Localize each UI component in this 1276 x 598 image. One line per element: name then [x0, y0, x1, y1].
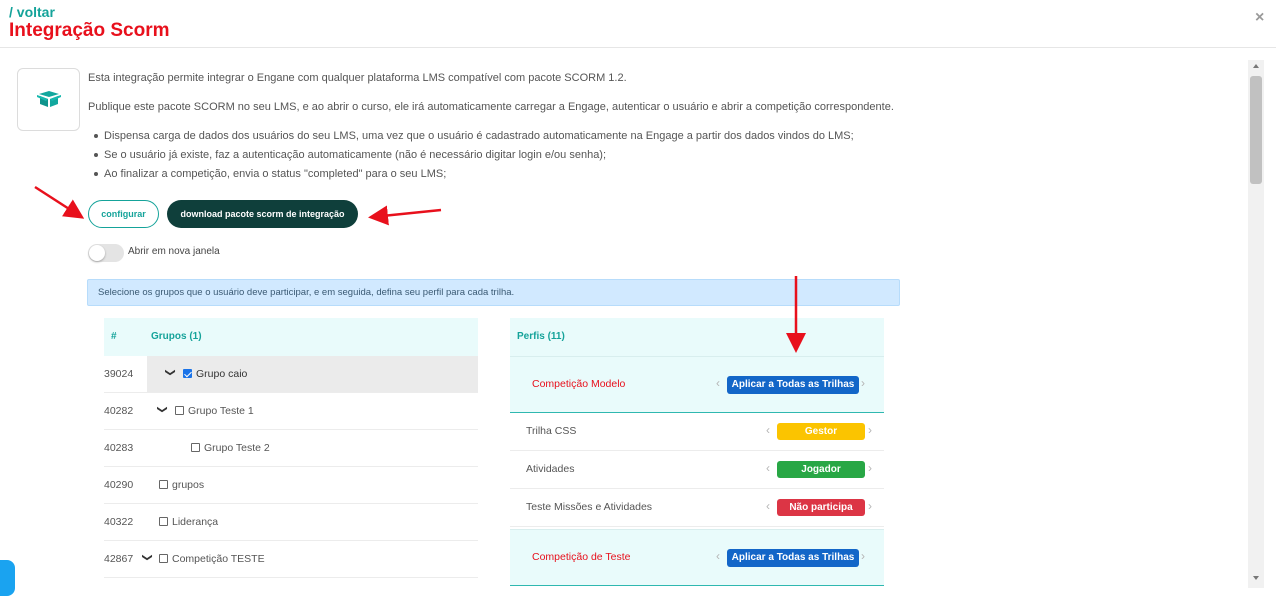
group-checkbox[interactable] — [175, 406, 184, 415]
role-badge[interactable]: Jogador — [777, 461, 865, 478]
content-scrollbar[interactable] — [1248, 60, 1264, 588]
group-cell: grupos — [147, 467, 478, 503]
page-title: Integração Scorm — [9, 20, 170, 41]
trail-row: Teste Missões e Atividades ‹ Não partici… — [510, 489, 884, 527]
group-id: 39024 — [104, 368, 134, 380]
intro-text-2: Publique este pacote SCORM no seu LMS, e… — [88, 101, 894, 113]
scroll-up-arrow-icon[interactable] — [1253, 64, 1259, 68]
role-badge[interactable]: Não participa — [777, 499, 865, 516]
chevron-right-icon[interactable]: › — [868, 423, 872, 437]
group-checkbox[interactable] — [191, 443, 200, 452]
group-row[interactable]: 40322 Liderança — [104, 504, 478, 541]
group-row[interactable]: 40282 ❯ Grupo Teste 1 — [104, 393, 478, 430]
competition-row: Competição Modelo ‹ Aplicar a Todas as T… — [510, 356, 884, 413]
close-icon[interactable]: × — [1255, 10, 1264, 26]
chevron-down-icon[interactable]: ❯ — [165, 368, 176, 376]
scorm-logo — [17, 68, 80, 131]
feature-item: Dispensa carga de dados dos usuários do … — [94, 129, 854, 148]
groups-col-name: Grupos (1) — [151, 331, 202, 342]
feature-item: Se o usuário já existe, faz a autenticaç… — [94, 148, 854, 167]
group-checkbox[interactable] — [159, 480, 168, 489]
group-id: 40283 — [104, 442, 134, 454]
group-row[interactable]: 39024 ❯ Grupo caio — [104, 356, 478, 393]
group-name: Grupo Teste 2 — [204, 442, 270, 454]
trail-row: Atividades ‹ Jogador › — [510, 451, 884, 489]
group-name: Competição TESTE — [172, 553, 265, 565]
competition-row: Competição de Teste ‹ Aplicar a Todas as… — [510, 529, 884, 586]
chevron-right-icon[interactable]: › — [861, 376, 865, 390]
group-name: Grupo caio — [196, 368, 248, 380]
group-cell: ❯ Grupo caio — [147, 356, 478, 392]
back-link[interactable]: / voltar — [9, 4, 55, 20]
chevron-right-icon[interactable]: › — [868, 461, 872, 475]
apply-all-trails-button[interactable]: Aplicar a Todas as Trilhas — [727, 549, 859, 567]
chat-widget-tab[interactable] — [0, 560, 15, 596]
group-cell: Liderança — [147, 504, 478, 540]
intro-text-1: Esta integração permite integrar o Engan… — [88, 72, 627, 84]
chevron-down-icon[interactable]: ❯ — [142, 553, 153, 561]
feature-list: Dispensa carga de dados dos usuários do … — [94, 129, 854, 186]
new-window-toggle[interactable] — [88, 244, 124, 262]
feature-item: Ao finalizar a competição, envia o statu… — [94, 167, 854, 186]
profiles-table-header: Perfis (11) — [510, 318, 884, 356]
apply-all-trails-button[interactable]: Aplicar a Todas as Trilhas — [727, 376, 859, 394]
group-name: Liderança — [172, 516, 219, 528]
groups-col-id: # — [111, 331, 117, 342]
group-cell: Grupo Teste 2 — [147, 430, 478, 466]
group-id: 40282 — [104, 405, 134, 417]
scrollbar-thumb[interactable] — [1250, 76, 1262, 184]
group-id: 42867 — [104, 553, 134, 565]
new-window-label: Abrir em nova janela — [128, 246, 220, 257]
trail-row: Trilha CSS ‹ Gestor › — [510, 413, 884, 451]
group-cell: ❯ Competição TESTE — [142, 541, 478, 577]
group-id: 40322 — [104, 516, 134, 528]
chevron-left-icon[interactable]: ‹ — [766, 461, 770, 475]
chevron-right-icon[interactable]: › — [868, 499, 872, 513]
chevron-right-icon[interactable]: › — [861, 549, 865, 563]
scroll-down-arrow-icon[interactable] — [1253, 576, 1259, 580]
chevron-left-icon[interactable]: ‹ — [766, 423, 770, 437]
group-id: 40290 — [104, 479, 134, 491]
group-row[interactable]: 40290 grupos — [104, 467, 478, 504]
toggle-knob — [89, 245, 105, 261]
profiles-col-name: Perfis (11) — [517, 331, 565, 342]
group-cell: ❯ Grupo Teste 1 — [147, 393, 478, 429]
group-row[interactable]: 40283 Grupo Teste 2 — [104, 430, 478, 467]
trail-name: Teste Missões e Atividades — [526, 501, 653, 513]
group-row[interactable]: 42867 ❯ Competição TESTE — [104, 541, 478, 578]
chevron-left-icon[interactable]: ‹ — [716, 376, 720, 390]
group-checkbox[interactable] — [159, 554, 168, 563]
groups-table-header: # Grupos (1) — [104, 318, 478, 356]
group-name: Grupo Teste 1 — [188, 405, 254, 417]
package-icon — [37, 91, 61, 107]
trail-name: Trilha CSS — [526, 425, 577, 437]
header-divider — [0, 47, 1276, 48]
group-checkbox[interactable] — [183, 369, 192, 378]
chevron-down-icon[interactable]: ❯ — [157, 405, 168, 413]
download-scorm-button[interactable]: download pacote scorm de integração — [167, 200, 358, 228]
modal-content: Esta integração permite integrar o Engan… — [0, 60, 1248, 598]
info-alert: Selecione os grupos que o usuário deve p… — [87, 279, 900, 306]
configure-button[interactable]: configurar — [88, 200, 159, 228]
role-badge[interactable]: Gestor — [777, 423, 865, 440]
chevron-left-icon[interactable]: ‹ — [766, 499, 770, 513]
group-name: grupos — [172, 479, 205, 491]
trail-name: Atividades — [526, 463, 575, 475]
group-checkbox[interactable] — [159, 517, 168, 526]
competition-name: Competição de Teste — [532, 551, 631, 563]
competition-name: Competição Modelo — [532, 378, 626, 390]
chevron-left-icon[interactable]: ‹ — [716, 549, 720, 563]
